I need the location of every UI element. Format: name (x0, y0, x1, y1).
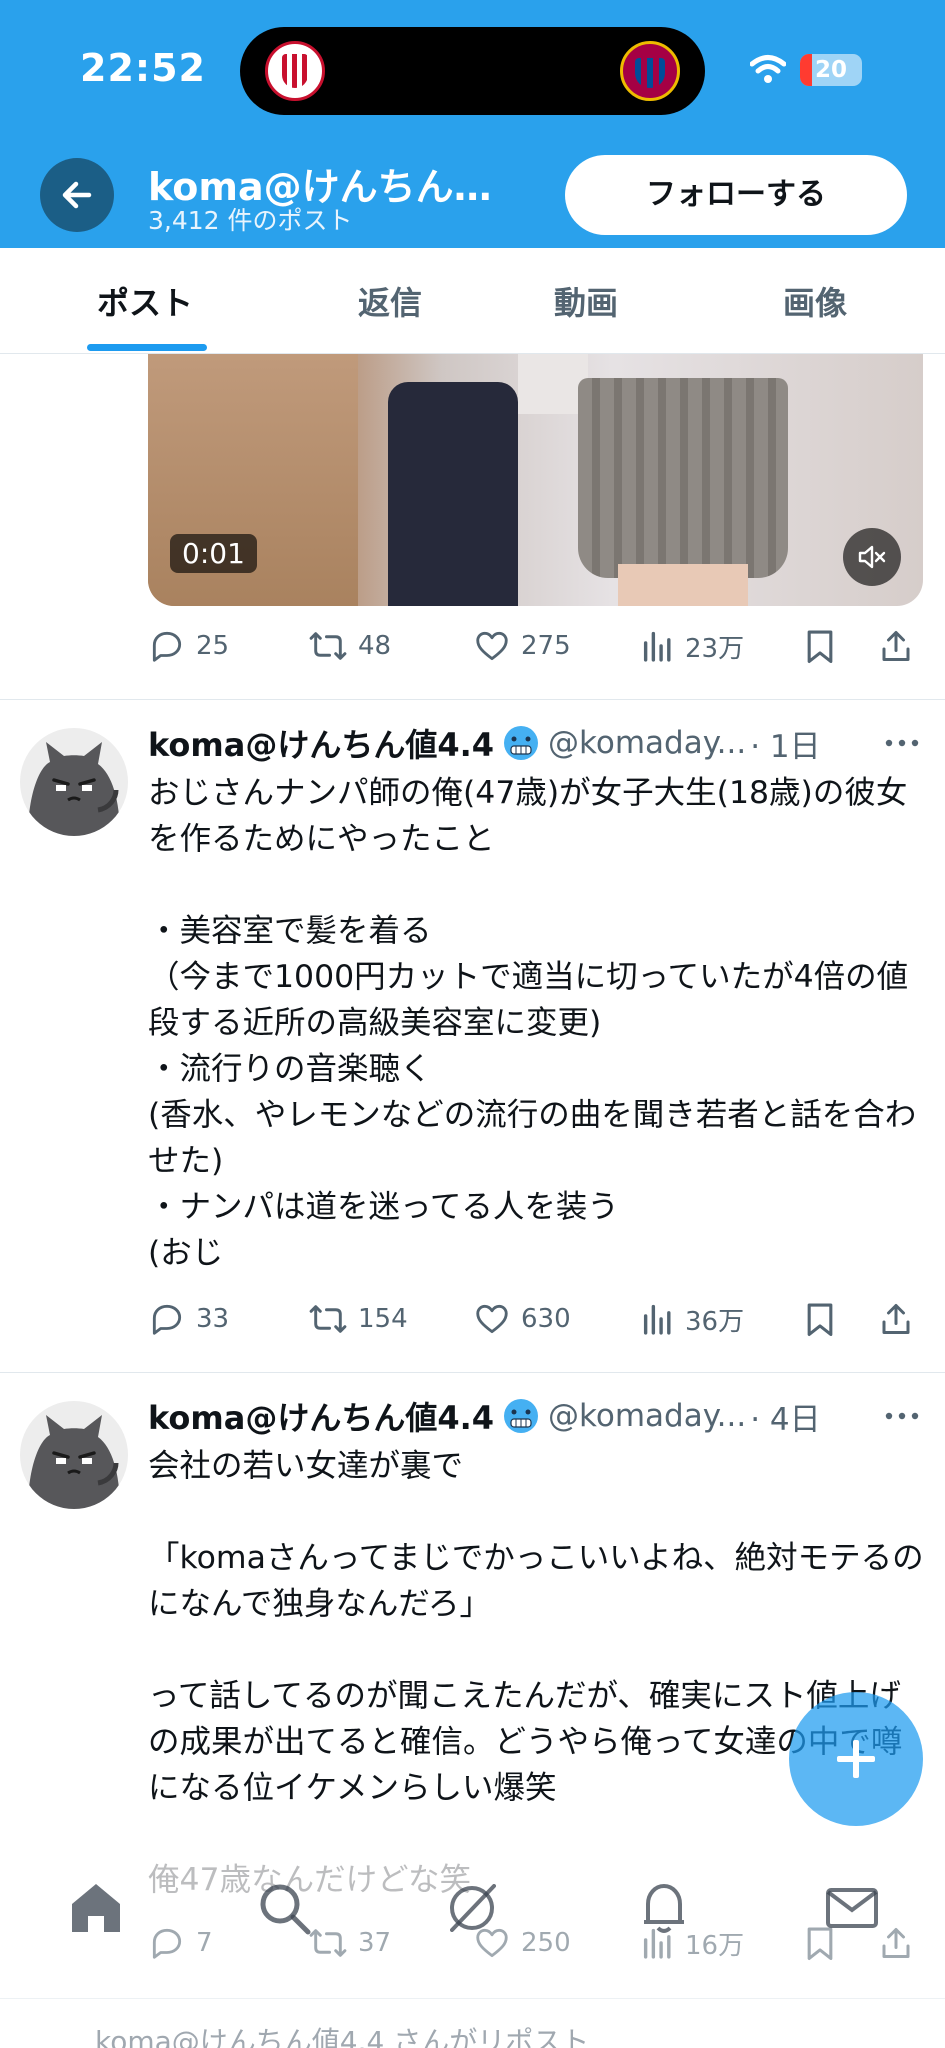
repost-button[interactable]: 154 (308, 1294, 408, 1344)
profile-tabs: ポスト 返信 動画 画像 (0, 248, 945, 354)
reply-icon (152, 631, 182, 662)
repost-icon (309, 1929, 347, 1957)
notifications-icon[interactable] (634, 1878, 694, 1938)
reply-button[interactable]: 25 (148, 621, 229, 671)
share-icon (882, 631, 910, 661)
tab-posts[interactable]: ポスト (97, 278, 193, 324)
author-name[interactable]: koma@けんちん値4.4 (148, 1393, 494, 1439)
reply-button[interactable]: 7 (148, 1918, 213, 1968)
like-count: 275 (521, 631, 571, 661)
bookmark-button[interactable] (803, 621, 847, 671)
more-icon[interactable] (884, 1411, 920, 1421)
tweet-divider (0, 1998, 945, 1999)
active-tab-indicator (87, 344, 207, 351)
tweet-header: koma@けんちん値4.4 @komaday... · 4日 (148, 1393, 821, 1439)
view-count: 36万 (685, 1306, 745, 1337)
cold-face-icon (504, 726, 539, 760)
reply-count: 33 (196, 1304, 230, 1334)
repost-count: 37 (358, 1928, 392, 1958)
profile-header-bar: 22:52 20 koma@けんちん… 3,412 件のポスト フォローする (0, 0, 945, 248)
repost-icon (309, 1305, 347, 1333)
compose-post-button[interactable] (789, 1692, 923, 1826)
bookmark-icon (807, 630, 833, 663)
cold-face-icon (504, 1399, 539, 1433)
barcelona-crest-icon (620, 41, 680, 101)
back-button[interactable] (40, 158, 114, 232)
author-handle[interactable]: @komaday... (548, 1398, 746, 1434)
bookmark-button[interactable] (803, 1294, 847, 1344)
bookmark-icon (807, 1303, 833, 1336)
views-chart-icon (643, 631, 671, 662)
wifi-icon (750, 55, 786, 83)
video-player[interactable]: 0:01 (148, 354, 923, 606)
messages-icon[interactable] (822, 1878, 882, 1938)
video-duration: 0:01 (170, 534, 257, 573)
share-button[interactable] (878, 621, 924, 671)
heart-icon (476, 1304, 508, 1334)
battery-level: 20 (814, 57, 847, 83)
cat-avatar-icon (28, 1415, 120, 1509)
author-handle[interactable]: @komaday... (548, 725, 746, 761)
tweet-actions: 33 154 630 36万 (148, 1294, 923, 1344)
author-name[interactable]: koma@けんちん値4.4 (148, 720, 494, 766)
like-button[interactable]: 630 (473, 1294, 571, 1344)
tab-videos[interactable]: 動画 (554, 278, 618, 324)
like-count: 630 (521, 1304, 571, 1334)
grok-icon[interactable] (442, 1878, 502, 1938)
tab-replies[interactable]: 返信 (358, 278, 422, 324)
repost-icon (309, 632, 347, 660)
tweet-divider (0, 1372, 945, 1373)
repost-button[interactable]: 37 (308, 1918, 391, 1968)
home-icon[interactable] (66, 1878, 126, 1938)
repost-count: 154 (358, 1304, 408, 1334)
views-button[interactable]: 36万 (641, 1294, 744, 1344)
status-time: 22:52 (80, 46, 206, 90)
post-count: 3,412 件のポスト (148, 206, 353, 235)
tweet-actions: 25 48 275 23万 (148, 621, 923, 671)
share-button[interactable] (878, 1918, 924, 1968)
tweet-text[interactable]: 会社の若い女達が裏で 「komaさんってまじでかっこいいよね、絶対モテるのになん… (148, 1443, 928, 1903)
view-count: 23万 (685, 633, 745, 664)
share-icon (882, 1928, 910, 1958)
speaker-muted-icon (858, 545, 886, 569)
tab-images[interactable]: 画像 (783, 278, 847, 324)
arrow-left-icon (62, 181, 92, 209)
reply-button[interactable]: 33 (148, 1294, 229, 1344)
search-icon[interactable] (254, 1878, 314, 1938)
tweet-time: · 4日 (750, 1401, 821, 1438)
battery-indicator: 20 (800, 54, 862, 86)
follow-button[interactable]: フォローする (565, 155, 907, 235)
avatar[interactable] (20, 728, 128, 836)
heart-icon (476, 631, 508, 661)
views-chart-icon (643, 1304, 671, 1335)
share-icon (882, 1304, 910, 1334)
avatar[interactable] (20, 1401, 128, 1509)
reply-icon (152, 1304, 182, 1335)
tweet-divider (0, 699, 945, 700)
share-button[interactable] (878, 1294, 924, 1344)
tweet-header: koma@けんちん値4.4 @komaday... · 1日 (148, 720, 821, 766)
like-count: 250 (521, 1928, 571, 1958)
reply-count: 25 (196, 631, 230, 661)
dynamic-island (240, 27, 705, 115)
sevilla-crest-icon (265, 41, 325, 101)
reply-count: 7 (196, 1928, 213, 1958)
tweet-text[interactable]: おじさんナンパ師の俺(47歳)が女子大生(18歳)の彼女を作るためにやったこと … (148, 770, 928, 1276)
views-button[interactable]: 23万 (641, 621, 744, 671)
mute-button[interactable] (843, 528, 901, 586)
reply-icon (152, 1928, 182, 1959)
tweet-time: · 1日 (750, 728, 821, 765)
repost-button[interactable]: 48 (308, 621, 391, 671)
cat-avatar-icon (28, 742, 120, 836)
repost-count: 48 (358, 631, 392, 661)
repost-context: koma@けんちん値4.4 さんがリポスト (95, 2025, 590, 2048)
like-button[interactable]: 275 (473, 621, 571, 671)
more-icon[interactable] (884, 738, 920, 748)
